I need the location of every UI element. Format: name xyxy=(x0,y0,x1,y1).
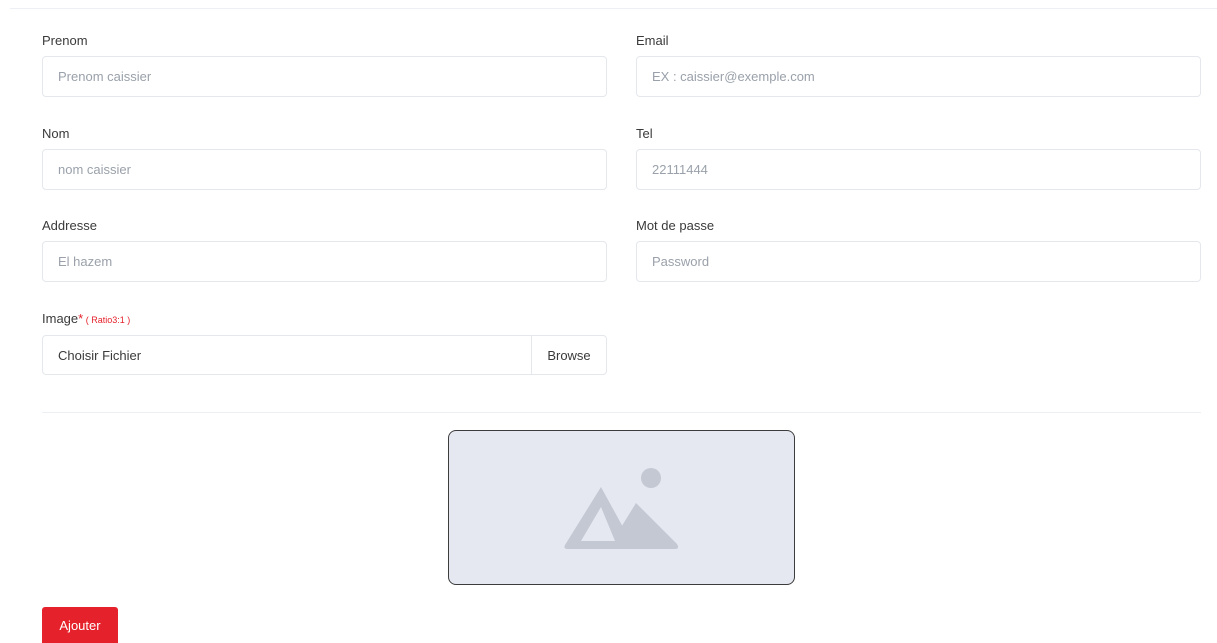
email-input[interactable] xyxy=(636,56,1201,97)
image-field-group: Image* ( Ratio3:1 ) Choisir Fichier Brow… xyxy=(42,310,607,375)
email-label: Email xyxy=(636,33,669,48)
prenom-label: Prenom xyxy=(42,33,88,48)
password-field-group: Mot de passe xyxy=(636,217,1201,282)
image-label: Image xyxy=(42,311,79,326)
password-input[interactable] xyxy=(636,241,1201,282)
tel-field-group: Tel xyxy=(636,125,1201,190)
top-divider xyxy=(10,8,1217,9)
adresse-input[interactable] xyxy=(42,241,607,282)
password-label: Mot de passe xyxy=(636,218,715,233)
image-ratio-hint: ( Ratio3:1 ) xyxy=(83,315,131,325)
browse-button[interactable]: Browse xyxy=(531,336,606,374)
prenom-input[interactable] xyxy=(42,56,607,97)
nom-field-group: Nom xyxy=(42,125,607,190)
tel-input[interactable] xyxy=(636,149,1201,190)
file-chooser-text[interactable]: Choisir Fichier xyxy=(43,348,531,363)
email-field-group: Email xyxy=(636,32,1201,97)
adresse-label: Addresse xyxy=(42,218,97,233)
adresse-field-group: Addresse xyxy=(42,217,607,282)
nom-input[interactable] xyxy=(42,149,607,190)
tel-label: Tel xyxy=(636,126,653,141)
nom-label: Nom xyxy=(42,126,70,141)
prenom-field-group: Prenom xyxy=(42,32,607,97)
section-divider xyxy=(42,412,1201,413)
submit-button[interactable]: Ajouter xyxy=(42,607,118,643)
image-preview xyxy=(448,430,795,585)
image-file-input[interactable]: Choisir Fichier Browse xyxy=(42,335,607,375)
image-placeholder-icon xyxy=(563,467,678,549)
image-label-row: Image* ( Ratio3:1 ) xyxy=(42,310,130,328)
